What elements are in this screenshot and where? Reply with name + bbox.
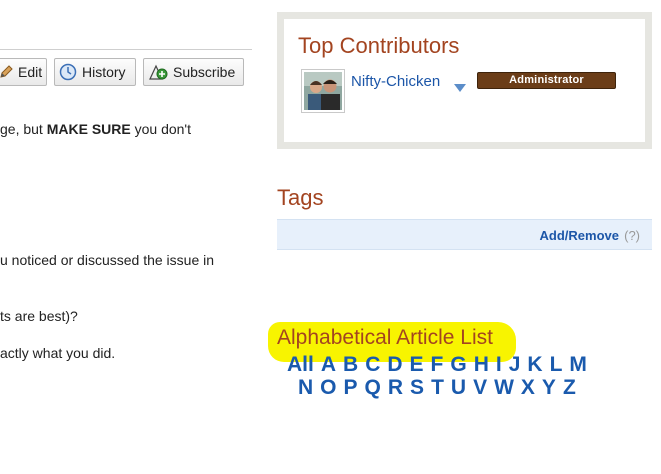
status-badge: Administrator: [477, 72, 616, 89]
add-remove-tags-link[interactable]: Add/Remove: [540, 228, 619, 243]
subscribe-label: Subscribe: [173, 64, 236, 80]
letter-link-t[interactable]: T: [431, 376, 444, 400]
tags-bar: Add/Remove (?): [277, 219, 652, 250]
letter-link-c[interactable]: C: [365, 353, 380, 377]
subscribe-button[interactable]: Subscribe: [143, 58, 244, 86]
emphasis-text: MAKE SURE: [46, 121, 131, 137]
subscribe-icon: [148, 63, 168, 81]
history-label: History: [82, 64, 126, 80]
letter-row-1: All A B C D E F G H I J K L M: [287, 353, 594, 377]
edit-label: Edit: [18, 64, 43, 80]
edit-button[interactable]: Edit: [0, 58, 47, 86]
alphabetical-list-title: Alphabetical Article List: [277, 326, 493, 349]
tags-title: Tags: [277, 185, 324, 210]
letter-link-r[interactable]: R: [388, 376, 403, 400]
letter-link-z[interactable]: Z: [563, 376, 576, 400]
article-text-line: ts are best)?: [0, 308, 78, 324]
text-fragment: you don't: [130, 121, 191, 137]
letter-link-o[interactable]: O: [320, 376, 336, 400]
letter-link-f[interactable]: F: [431, 353, 444, 377]
top-contributors-title: Top Contributors: [298, 33, 460, 58]
top-contributors-panel: Top Contributors Nifty-Chicken Administr…: [277, 12, 652, 149]
letter-link-d[interactable]: D: [387, 353, 402, 377]
chevron-down-icon[interactable]: [454, 79, 466, 97]
article-text-line: u noticed or discussed the issue in: [0, 252, 215, 268]
letter-link-v[interactable]: V: [473, 376, 487, 400]
avatar[interactable]: [301, 69, 345, 113]
letter-link-s[interactable]: S: [410, 376, 424, 400]
contributor-name-link[interactable]: Nifty-Chicken: [351, 73, 440, 90]
letter-link-h[interactable]: H: [474, 353, 489, 377]
letter-link-n[interactable]: N: [298, 376, 313, 400]
letter-link-g[interactable]: G: [450, 353, 466, 377]
letter-row-2: NOPQRSTUVWXYZ: [298, 376, 583, 400]
letter-link-w[interactable]: W: [494, 376, 514, 400]
letter-link-y[interactable]: Y: [542, 376, 556, 400]
letter-link-u[interactable]: U: [451, 376, 466, 400]
letter-link-a[interactable]: A: [321, 353, 336, 377]
letter-link-b[interactable]: B: [343, 353, 358, 377]
pencil-icon: [0, 65, 13, 79]
letter-link-k[interactable]: K: [527, 353, 542, 377]
letter-link-i[interactable]: I: [496, 353, 502, 377]
letter-link-p[interactable]: P: [344, 376, 358, 400]
text-fragment: ge, but: [0, 121, 47, 137]
article-text-line: ge, but MAKE SURE you don't: [0, 121, 191, 137]
tags-help-link[interactable]: (?): [624, 228, 640, 243]
article-text-line: actly what you did.: [0, 345, 116, 361]
clock-icon: [59, 63, 77, 81]
letter-link-e[interactable]: E: [410, 353, 424, 377]
letter-link-l[interactable]: L: [550, 353, 563, 377]
letter-link-all[interactable]: All: [287, 353, 314, 377]
letter-link-x[interactable]: X: [521, 376, 535, 400]
letter-link-q[interactable]: Q: [365, 376, 381, 400]
divider: [0, 49, 252, 50]
letter-link-m[interactable]: M: [569, 353, 587, 377]
letter-link-j[interactable]: J: [509, 353, 521, 377]
history-button[interactable]: History: [54, 58, 136, 86]
